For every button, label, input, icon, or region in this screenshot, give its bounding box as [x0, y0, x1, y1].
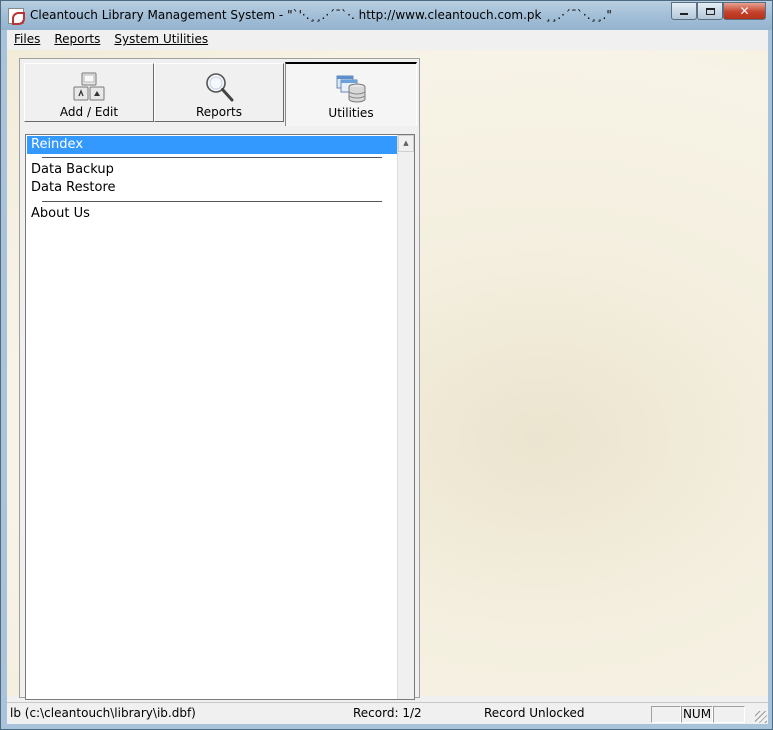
vertical-scrollbar[interactable]: ▲: [397, 135, 414, 699]
tab-reports[interactable]: Reports: [154, 63, 284, 122]
tab-add-edit-label: Add / Edit: [59, 105, 119, 119]
menu-reports-label: Reports: [54, 32, 101, 46]
utilities-listbox[interactable]: Reindex Data Backup Data Restore About U…: [25, 134, 415, 700]
mdi-workspace: Add / Edit Reports Utilities Reindex Dat…: [7, 50, 768, 700]
maximize-icon: [705, 7, 715, 15]
magnifier-icon: [206, 73, 234, 102]
window-title: Cleantouch Library Management System - "…: [30, 8, 612, 22]
menu-files[interactable]: Files: [7, 30, 47, 50]
minimize-icon: [680, 13, 688, 15]
maximize-button[interactable]: [697, 2, 723, 20]
keyboard-keys-icon: [73, 72, 105, 101]
list-separator: [42, 201, 382, 202]
menu-system-utilities-label: System Utilities: [114, 32, 209, 46]
menu-system-utilities[interactable]: System Utilities: [107, 30, 215, 50]
status-num: NUM: [681, 706, 713, 723]
list-item-data-restore[interactable]: Data Restore: [27, 179, 399, 197]
status-file: lb (c:\cleantouch\library\ib.dbf): [10, 706, 196, 720]
status-scroll: [713, 706, 745, 723]
status-lock: Record Unlocked: [484, 706, 585, 720]
close-icon: ✕: [739, 4, 750, 18]
client-area: Files Reports System Utilities Add / Edi…: [7, 30, 768, 724]
tab-utilities[interactable]: Utilities: [285, 62, 417, 126]
arrow-up-icon: ▲: [403, 139, 409, 147]
window-controls: ✕: [671, 2, 766, 20]
list-item-data-backup[interactable]: Data Backup: [27, 161, 399, 179]
navigation-panel: Add / Edit Reports Utilities Reindex Dat…: [19, 58, 420, 700]
scroll-up-button[interactable]: ▲: [398, 135, 414, 152]
status-caps: [651, 706, 681, 723]
menu-bar: Files Reports System Utilities: [7, 30, 768, 50]
list-separator: [42, 157, 382, 158]
menu-reports[interactable]: Reports: [47, 30, 107, 50]
module-tabs: Add / Edit Reports Utilities: [24, 62, 417, 126]
menu-files-label: Files: [14, 32, 41, 46]
list-item-about-us[interactable]: About Us: [27, 205, 399, 223]
tab-reports-label: Reports: [195, 105, 243, 119]
list-item-reindex[interactable]: Reindex: [27, 136, 399, 154]
resize-grip[interactable]: [755, 711, 767, 723]
tab-utilities-label: Utilities: [328, 106, 374, 120]
database-utilities-icon: [336, 75, 366, 103]
title-bar[interactable]: Cleantouch Library Management System - "…: [0, 0, 773, 30]
close-button[interactable]: ✕: [723, 2, 766, 20]
tab-add-edit[interactable]: Add / Edit: [24, 63, 154, 122]
status-record: Record: 1/2: [353, 706, 422, 720]
status-bar: lb (c:\cleantouch\library\ib.dbf) Record…: [7, 702, 768, 724]
minimize-button[interactable]: [671, 2, 697, 20]
window-frame: Files Reports System Utilities Add / Edi…: [0, 30, 773, 730]
app-icon[interactable]: [8, 8, 25, 25]
